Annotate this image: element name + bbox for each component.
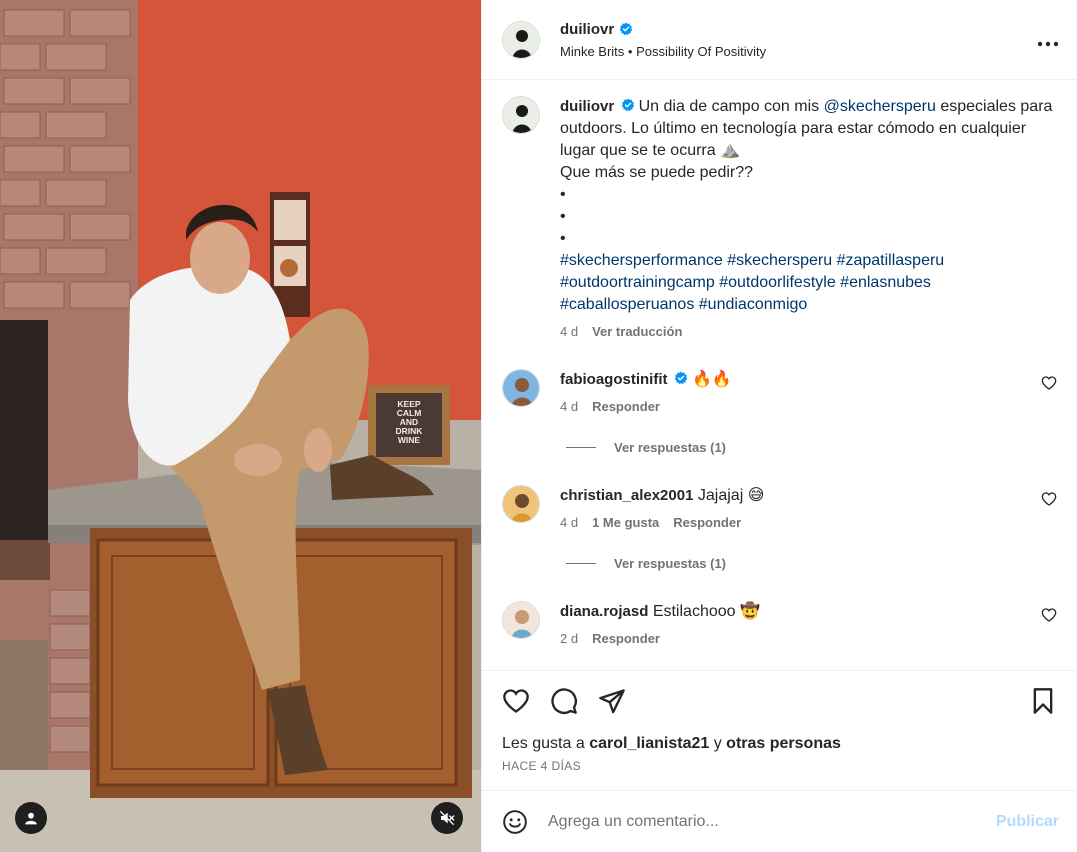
comment-username[interactable]: fabioagostinifit <box>560 371 668 388</box>
comment-text-row: fabioagostinifit 🔥🔥 <box>560 369 1033 391</box>
comment-input[interactable] <box>548 812 996 831</box>
verified-badge-icon <box>674 371 688 385</box>
avatar-image <box>503 486 539 522</box>
post-media[interactable]: KEEP CALM AND DRINK WINE <box>0 0 481 852</box>
comment-username[interactable]: diana.rojasd <box>560 603 648 620</box>
caption-meta: 4 d Ver traducción <box>560 324 1057 339</box>
caption-username[interactable]: duiliovr <box>560 98 614 115</box>
view-replies-button[interactable]: Ver respuestas (1) <box>566 440 1057 455</box>
comment-meta: 2 d Responder <box>560 631 1033 646</box>
avatar-image <box>503 602 539 638</box>
post-details-panel: duiliovr Minke Brits • Possibility Of Po… <box>481 0 1077 852</box>
more-horizontal-icon <box>1037 41 1059 46</box>
post-modal: KEEP CALM AND DRINK WINE duiliovr Minke … <box>0 0 1077 852</box>
reply-button[interactable]: Responder <box>673 515 741 530</box>
audio-title: Possibility Of Positivity <box>636 43 767 59</box>
caption-time: 4 d <box>560 324 579 339</box>
comment-text: 🔥🔥 <box>691 371 732 388</box>
save-bookmark-icon[interactable] <box>1029 687 1057 715</box>
sign-text: KEEP CALM AND DRINK WINE <box>376 400 442 445</box>
comment-item: christian_alex2001 Jajajaj 😅 4 d 1 Me gu… <box>502 485 1057 530</box>
verified-badge-icon <box>619 22 633 36</box>
caption-text: duiliovr Un dia de campo con mis @skeche… <box>560 96 1057 316</box>
avatar-image <box>503 21 539 58</box>
post-date: HACE 4 DÍAS <box>502 759 582 773</box>
commenter-avatar[interactable] <box>502 485 540 523</box>
comment-meta: 4 d Responder <box>560 399 1033 414</box>
comment-text: Jajajaj 😅 <box>697 487 765 504</box>
like-comment-heart-icon[interactable] <box>1041 607 1057 623</box>
comment-bubble-icon[interactable] <box>550 687 578 715</box>
share-paper-plane-icon[interactable] <box>598 687 626 715</box>
comment-time: 4 d <box>560 399 579 414</box>
likes-summary[interactable]: Les gusta a carol_lianista21 y otras per… <box>502 735 1057 753</box>
sign-line: WINE <box>397 435 421 445</box>
caption-hashtags[interactable]: #skechersperformance #skechersperu #zapa… <box>560 250 1057 316</box>
translate-button[interactable]: Ver traducción <box>592 324 682 339</box>
likes-others[interactable]: otras personas <box>726 735 841 752</box>
comment-time: 4 d <box>560 515 579 530</box>
comment-text-row: diana.rojasd Estilachooo 🤠 <box>560 601 1033 623</box>
comment-body: christian_alex2001 Jajajaj 😅 4 d 1 Me gu… <box>560 485 1033 530</box>
post-header: duiliovr Minke Brits • Possibility Of Po… <box>482 0 1077 80</box>
comment-time: 2 d <box>560 631 579 646</box>
view-replies-label: Ver respuestas (1) <box>614 440 727 455</box>
avatar-image <box>503 370 539 406</box>
caption: duiliovr Un dia de campo con mis @skeche… <box>502 96 1057 339</box>
caption-bullet: • <box>560 186 566 203</box>
commenter-avatar[interactable] <box>502 369 540 407</box>
caption-avatar[interactable] <box>502 96 540 134</box>
post-actions: Les gusta a carol_lianista21 y otras per… <box>482 670 1077 790</box>
author-avatar[interactable] <box>502 20 540 59</box>
comment-username[interactable]: christian_alex2001 <box>560 487 693 504</box>
caption-line-2: Que más se puede pedir?? <box>560 164 754 181</box>
comment-text: Estilachooo 🤠 <box>652 603 760 620</box>
comment-item: fabioagostinifit 🔥🔥 4 d Responder <box>502 369 1057 414</box>
like-comment-heart-icon[interactable] <box>1041 375 1057 391</box>
comment-meta: 4 d 1 Me gusta Responder <box>560 515 1033 530</box>
view-replies-label: Ver respuestas (1) <box>614 556 727 571</box>
header-info: duiliovr Minke Brits • Possibility Of Po… <box>560 21 1037 59</box>
comments-section: duiliovr Un dia de campo con mis @skeche… <box>482 80 1077 670</box>
audio-artist: Minke Brits <box>560 43 625 59</box>
avatar-image <box>503 97 539 133</box>
comment-text-row: christian_alex2001 Jajajaj 😅 <box>560 485 1033 507</box>
reply-button[interactable]: Responder <box>592 399 660 414</box>
caption-body: duiliovr Un dia de campo con mis @skeche… <box>560 96 1057 339</box>
verified-badge-icon <box>621 98 634 112</box>
audio-separator: • <box>627 43 633 59</box>
reply-button[interactable]: Responder <box>592 631 660 646</box>
caption-mention-link[interactable]: @skechersperu <box>824 98 936 115</box>
audio-mute-button[interactable] <box>431 802 463 834</box>
likes-user[interactable]: carol_lianista21 <box>589 735 709 752</box>
user-icon <box>25 812 37 825</box>
caption-part-1: Un dia de campo con mis <box>638 98 824 115</box>
more-options-button[interactable] <box>1037 29 1059 51</box>
comment-body: fabioagostinifit 🔥🔥 4 d Responder <box>560 369 1033 414</box>
caption-bullet: • <box>560 208 566 225</box>
speaker-muted-icon <box>439 810 455 826</box>
publish-button[interactable]: Publicar <box>996 813 1059 831</box>
likes-prefix: Les gusta a <box>502 735 585 752</box>
like-heart-icon[interactable] <box>502 687 530 715</box>
tagged-users-button[interactable] <box>15 802 47 834</box>
add-comment-bar: Publicar <box>482 790 1077 852</box>
comment-body: diana.rojasd Estilachooo 🤠 2 d Responder <box>560 601 1033 646</box>
comment-item: diana.rojasd Estilachooo 🤠 2 d Responder <box>502 601 1057 646</box>
replies-divider <box>566 563 596 564</box>
replies-divider <box>566 447 596 448</box>
action-icons <box>502 687 1057 715</box>
audio-info[interactable]: Minke Brits • Possibility Of Positivity <box>560 44 1037 59</box>
commenter-avatar[interactable] <box>502 601 540 639</box>
emoji-icon[interactable] <box>502 809 528 835</box>
likes-connector: y <box>713 735 722 752</box>
author-username[interactable]: duiliovr <box>560 21 614 38</box>
caption-bullet: • <box>560 230 566 247</box>
like-comment-heart-icon[interactable] <box>1041 491 1057 507</box>
comment-likes-count[interactable]: 1 Me gusta <box>592 515 659 530</box>
view-replies-button[interactable]: Ver respuestas (1) <box>566 556 1057 571</box>
